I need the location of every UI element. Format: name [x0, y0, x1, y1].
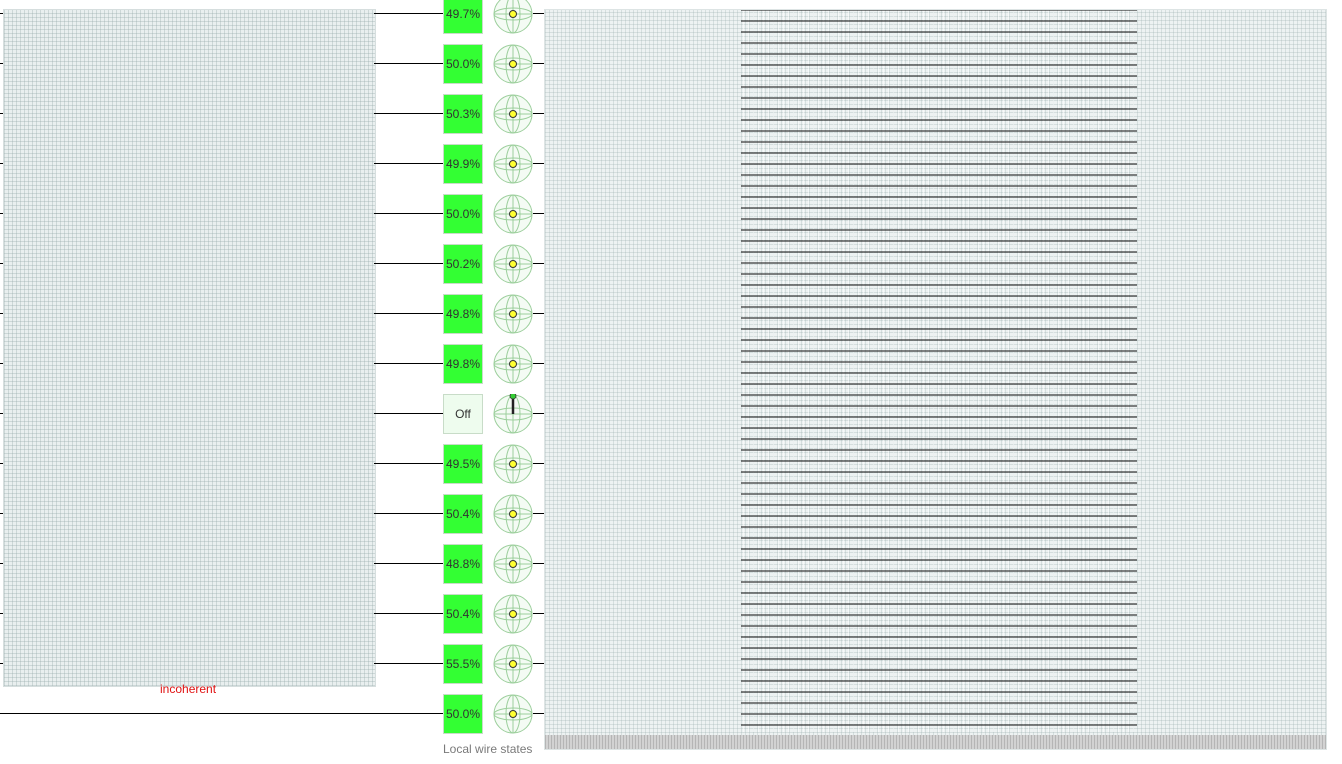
- wire-probability-box[interactable]: 49.7%: [443, 0, 483, 34]
- wire-line-right: [533, 513, 544, 514]
- bloch-sphere-icon[interactable]: [493, 694, 533, 734]
- bloch-sphere-icon[interactable]: [493, 544, 533, 584]
- wire-line: [374, 513, 443, 514]
- bloch-sphere-icon[interactable]: [493, 144, 533, 184]
- wire-tick: [0, 563, 3, 564]
- wire-tick: [0, 613, 3, 614]
- wire-line-right: [533, 463, 544, 464]
- wire-probability-box[interactable]: 55.5%: [443, 644, 483, 684]
- wire-line: [374, 113, 443, 114]
- right-amplitude-display: [544, 9, 1327, 750]
- bloch-sphere-icon[interactable]: [493, 444, 533, 484]
- bloch-sphere-icon[interactable]: [493, 294, 533, 334]
- wire-line: [374, 563, 443, 564]
- wire-probability-box[interactable]: 49.5%: [443, 444, 483, 484]
- wire-tick: [0, 163, 3, 164]
- wire-tick: [0, 413, 3, 414]
- bloch-sphere-icon[interactable]: [493, 94, 533, 134]
- wire-line-right: [533, 213, 544, 214]
- wire-line-right: [533, 163, 544, 164]
- wire-tick: [0, 63, 3, 64]
- bloch-sphere-icon[interactable]: [493, 494, 533, 534]
- wire-row: 49.9%: [0, 144, 545, 184]
- wire-row: 49.5%: [0, 444, 545, 484]
- bloch-sphere-icon[interactable]: [493, 194, 533, 234]
- wire-probability-box[interactable]: 50.3%: [443, 94, 483, 134]
- wire-probability-box[interactable]: Off: [443, 394, 483, 434]
- bloch-sphere-icon[interactable]: [493, 394, 533, 434]
- wire-tick: [0, 13, 3, 14]
- amplitude-pattern: [741, 10, 1137, 732]
- wire-line: [374, 463, 443, 464]
- bloch-sphere-icon[interactable]: [493, 244, 533, 284]
- wire-tick: [0, 513, 3, 514]
- wire-line-right: [533, 563, 544, 564]
- wire-probability-box[interactable]: 49.8%: [443, 294, 483, 334]
- bottom-scroll-strip[interactable]: [545, 735, 1326, 749]
- wire-line-right: [533, 113, 544, 114]
- wire-line: [0, 713, 443, 714]
- wire-line-right: [533, 713, 544, 714]
- wire-line-right: [533, 663, 544, 664]
- wire-row: 50.3%: [0, 94, 545, 134]
- wire-row: 55.5%: [0, 644, 545, 684]
- wire-probability-box[interactable]: 50.4%: [443, 594, 483, 634]
- wire-probability-box[interactable]: 50.0%: [443, 694, 483, 734]
- wire-tick: [0, 463, 3, 464]
- wire-probability-box[interactable]: 50.2%: [443, 244, 483, 284]
- wire-probability-box[interactable]: 50.0%: [443, 44, 483, 84]
- wire-tick: [0, 213, 3, 214]
- wire-line: [374, 413, 443, 414]
- wire-row: 50.0%: [0, 44, 545, 84]
- local-wire-states-label: Local wire states: [443, 742, 533, 756]
- wire-tick: [0, 263, 3, 264]
- wire-line: [374, 363, 443, 364]
- wire-line: [374, 163, 443, 164]
- wire-probability-box[interactable]: 50.0%: [443, 194, 483, 234]
- wire-line-right: [533, 613, 544, 614]
- wire-line-right: [533, 313, 544, 314]
- wire-line: [374, 313, 443, 314]
- wire-line: [374, 613, 443, 614]
- wire-row: 50.4%: [0, 594, 545, 634]
- wire-row: 50.0%: [0, 694, 545, 734]
- wire-line-right: [533, 13, 544, 14]
- wire-probability-box[interactable]: 49.8%: [443, 344, 483, 384]
- wire-line-right: [533, 413, 544, 414]
- bloch-sphere-icon[interactable]: [493, 0, 533, 34]
- wire-row: Off: [0, 394, 545, 434]
- wire-line: [374, 663, 443, 664]
- wire-row: 48.8%: [0, 544, 545, 584]
- wire-tick: [0, 113, 3, 114]
- wire-row: 49.7%: [0, 0, 545, 34]
- wire-tick: [0, 663, 3, 664]
- bloch-sphere-icon[interactable]: [493, 44, 533, 84]
- wire-line: [374, 263, 443, 264]
- wire-row: 50.0%: [0, 194, 545, 234]
- wire-line-right: [533, 263, 544, 264]
- wire-tick: [0, 363, 3, 364]
- wire-line: [374, 13, 443, 14]
- wire-row: 50.4%: [0, 494, 545, 534]
- wire-probability-box[interactable]: 48.8%: [443, 544, 483, 584]
- bloch-sphere-icon[interactable]: [493, 344, 533, 384]
- wire-probability-box[interactable]: 49.9%: [443, 144, 483, 184]
- wire-line-right: [533, 63, 544, 64]
- wire-line: [374, 63, 443, 64]
- bloch-sphere-icon[interactable]: [493, 594, 533, 634]
- bloch-sphere-icon[interactable]: [493, 644, 533, 684]
- wire-row: 50.2%: [0, 244, 545, 284]
- wire-tick: [0, 313, 3, 314]
- wire-row: 49.8%: [0, 294, 545, 334]
- wire-probability-box[interactable]: 50.4%: [443, 494, 483, 534]
- wire-line: [374, 213, 443, 214]
- wire-row: 49.8%: [0, 344, 545, 384]
- wire-line-right: [533, 363, 544, 364]
